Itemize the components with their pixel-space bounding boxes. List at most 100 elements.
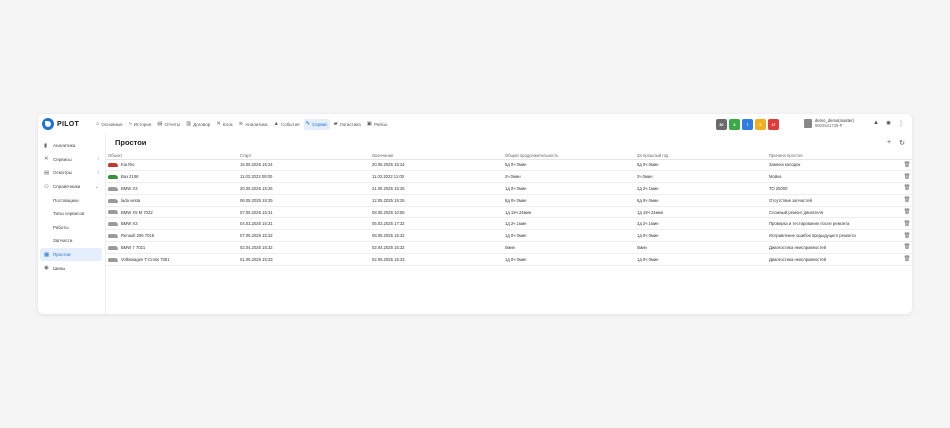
sidebar-item-label: Сервисы bbox=[53, 156, 72, 162]
cell-last-year: 2д 2ч 1мин bbox=[635, 182, 767, 195]
table-row[interactable]: Kia Rio 15.05.2025 15:24 20.05.2025 15:24 5… bbox=[106, 159, 912, 172]
trash-icon[interactable]: 🗑 bbox=[904, 209, 911, 215]
car-icon bbox=[108, 210, 118, 215]
nav-item-label: Рейсы bbox=[374, 121, 388, 127]
car-icon bbox=[108, 257, 118, 262]
nav-item-5[interactable]: ≋ Аналитика bbox=[237, 119, 270, 130]
user-menu[interactable]: demo_demo(master) 9602641739-P bbox=[804, 118, 854, 128]
cell-last-year: 1д 0ч 0мин bbox=[635, 229, 767, 243]
history-icon: ⤷ bbox=[128, 120, 132, 127]
contract-icon: ▥ bbox=[186, 121, 192, 127]
sidebar-item-2[interactable]: ▤ Осмотры › bbox=[38, 166, 104, 180]
downtime-panel: Простои + ↻ Объект Старт Окончание Общая… bbox=[106, 134, 912, 314]
table-row[interactable]: Renault 206 7015 07.05.2025 15:32 08.05.20… bbox=[106, 229, 912, 243]
cell-object: BMW X3 bbox=[106, 182, 238, 195]
cell-end: 02.05.2025 15:33 bbox=[370, 253, 503, 266]
nav-item-8[interactable]: ▰ Логистика bbox=[332, 119, 363, 130]
table-row[interactable]: BMW X3 04.03.2025 15:31 05.03.2025 17:32 1д… bbox=[106, 217, 912, 231]
sidebar-item-9[interactable]: ◉ Шины bbox=[38, 261, 104, 275]
object-name[interactable]: Ваз 2106 bbox=[121, 174, 138, 179]
table-row[interactable]: BMW 7 7021 02.04.2025 15:32 02.04.2025 15:… bbox=[106, 241, 912, 254]
nav-item-2[interactable]: ▤ Отчеты bbox=[155, 119, 182, 130]
status-chip[interactable]: 80 bbox=[716, 119, 727, 130]
cell-end: 08.05.2025 10:55 bbox=[370, 206, 503, 219]
cell-total: 1д 2ч 1мин bbox=[503, 217, 635, 231]
table-row[interactable]: BMW X5 M 7022 07.05.2025 15:31 08.05.2025 … bbox=[106, 206, 912, 219]
sidebar-item-0[interactable]: ▮ Аналитика bbox=[38, 139, 104, 153]
sidebar-item-6[interactable]: Работы bbox=[38, 221, 104, 235]
nav-item-3[interactable]: ▥ Договор bbox=[184, 119, 212, 130]
refresh-icon[interactable]: ↻ bbox=[899, 139, 905, 147]
cell-reason: Проверка и тестирование после ремонта bbox=[767, 217, 899, 231]
status-chip[interactable]: 7 bbox=[742, 119, 753, 130]
column-header-actions bbox=[899, 152, 912, 160]
trash-icon[interactable]: 🗑 bbox=[904, 174, 911, 180]
table-row[interactable]: lada vesta 06.05.2025 15:25 12.05.2025 15:… bbox=[106, 194, 912, 207]
chevron-icon: › bbox=[97, 169, 99, 176]
trash-icon[interactable]: 🗑 bbox=[904, 162, 911, 168]
analytics-icon: ▮ bbox=[44, 142, 48, 149]
object-name[interactable]: BMW 7 7021 bbox=[121, 245, 145, 250]
trash-icon[interactable]: 🗑 bbox=[904, 221, 911, 227]
column-header-end[interactable]: Окончание bbox=[370, 152, 503, 160]
object-name[interactable]: lada vesta bbox=[121, 198, 140, 203]
bell-icon[interactable]: ▲ bbox=[873, 120, 879, 127]
cell-reason: Замена колодок bbox=[767, 159, 899, 172]
trash-icon[interactable]: 🗑 bbox=[904, 233, 911, 239]
add-icon[interactable]: + bbox=[887, 139, 891, 147]
object-name[interactable]: BMW X3 bbox=[121, 186, 138, 191]
column-header-start[interactable]: Старт bbox=[238, 152, 370, 160]
cell-start: 11.02.2022 09:00 bbox=[238, 170, 370, 184]
more-icon[interactable]: ⋮ bbox=[898, 120, 904, 127]
column-header-last-year[interactable]: За прошлый год bbox=[635, 152, 767, 160]
truck-icon: ▰ bbox=[333, 121, 338, 127]
nav-item-6[interactable]: ▲ События bbox=[271, 119, 301, 130]
column-header-reason[interactable]: Причина простоя bbox=[767, 152, 899, 160]
nav-item-label: Договор bbox=[193, 121, 211, 127]
cell-object: Ваз 2106 bbox=[106, 170, 238, 184]
table-row[interactable]: BMW X3 20.05.2025 15:25 21.05.2025 15:25 1д… bbox=[106, 182, 912, 195]
object-name[interactable]: Volkswagen T-Cross 7051 bbox=[121, 257, 170, 262]
sidebar-item-label: Типы сервисов bbox=[53, 211, 85, 217]
object-name[interactable]: Kia Rio bbox=[121, 162, 135, 167]
chevron-icon: ⌄ bbox=[94, 183, 99, 190]
sidebar-item-5[interactable]: Типы сервисов bbox=[38, 207, 104, 221]
gear-icon[interactable]: ✺ bbox=[886, 120, 891, 127]
operations-icon: ▤ bbox=[44, 169, 50, 176]
main-content: Простои + ↻ Объект Старт Окончание Общая… bbox=[105, 134, 912, 314]
nav-item-7[interactable]: ✎ Сервис bbox=[303, 118, 330, 130]
sidebar-item-1[interactable]: ✕ Сервисы › bbox=[38, 153, 104, 167]
trash-icon[interactable]: 🗑 bbox=[904, 185, 911, 191]
brand-logo[interactable]: PILOT bbox=[42, 114, 92, 134]
sidebar-item-3[interactable]: ⚇ Справочники ⌄ bbox=[38, 180, 104, 194]
nav-item-1[interactable]: ⤷ История bbox=[127, 119, 154, 130]
cell-object: BMW X3 bbox=[106, 217, 238, 231]
trash-icon[interactable]: 🗑 bbox=[904, 256, 911, 262]
object-name[interactable]: BMW X5 M 7022 bbox=[121, 210, 153, 215]
nav-item-label: Основные bbox=[101, 121, 123, 127]
nav-item-0[interactable]: ⌂ Основные bbox=[94, 119, 125, 130]
sidebar-item-7[interactable]: Запчасти bbox=[38, 234, 104, 248]
object-name[interactable]: BMW X3 bbox=[121, 221, 138, 226]
column-header-object[interactable]: Объект bbox=[106, 152, 238, 160]
nav-item-9[interactable]: ▣ Рейсы bbox=[365, 119, 390, 130]
cell-reason: Отсутствие запчастей bbox=[767, 194, 899, 207]
status-chip[interactable]: 8 bbox=[729, 119, 740, 130]
nav-item-4[interactable]: ✕ Клок bbox=[214, 119, 234, 130]
column-header-total[interactable]: Общая продолжительность bbox=[503, 152, 635, 160]
cell-last-year: 2ч 0мин bbox=[635, 170, 767, 184]
cell-last-year: 1д 0ч 0мин bbox=[635, 253, 767, 266]
status-chip[interactable]: 0 bbox=[755, 119, 766, 130]
sidebar-item-8[interactable]: ▦ Простои bbox=[40, 247, 102, 262]
tires-icon: ◉ bbox=[44, 265, 49, 272]
table-row[interactable]: Volkswagen T-Cross 7051 01.05.2025 15:33 0… bbox=[106, 253, 912, 266]
page-actions: + ↻ bbox=[887, 139, 905, 147]
trash-icon[interactable]: 🗑 bbox=[904, 244, 911, 250]
object-name[interactable]: Renault 206 7015 bbox=[121, 233, 154, 238]
status-chip[interactable]: 47 bbox=[768, 119, 779, 130]
sidebar-item-4[interactable]: Поставщики bbox=[38, 193, 104, 207]
cell-start: 15.05.2025 15:24 bbox=[238, 159, 370, 172]
table-row[interactable]: Ваз 2106 11.02.2022 09:00 11.02.2022 11:00… bbox=[106, 170, 912, 184]
cell-total: 0мин bbox=[503, 241, 635, 254]
trash-icon[interactable]: 🗑 bbox=[904, 197, 911, 203]
